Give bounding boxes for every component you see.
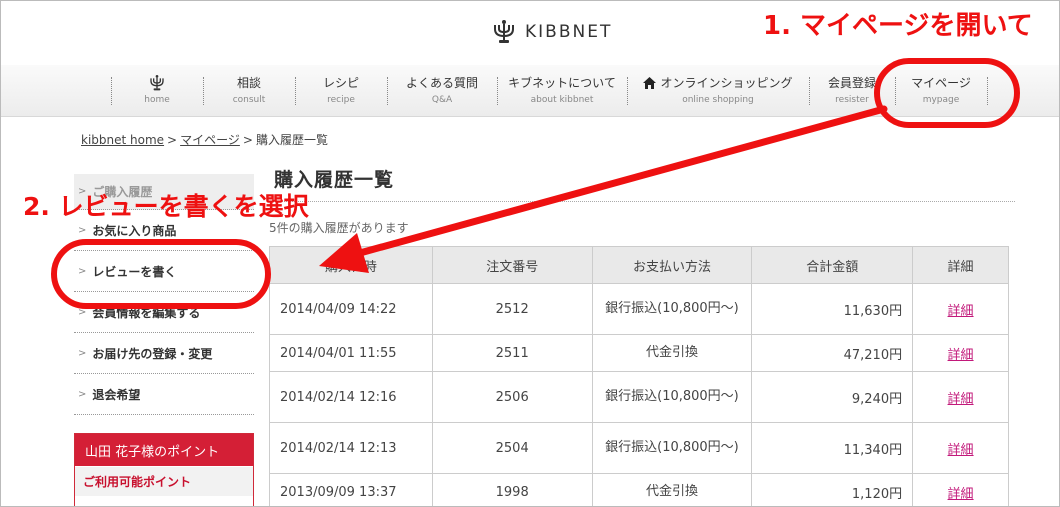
nav-item-shopping[interactable]: オンラインショッピング online shopping: [627, 65, 809, 117]
order-number: 2506: [431, 371, 593, 423]
order-date: 2013/09/09 13:37: [269, 473, 433, 506]
detail-link[interactable]: 詳細: [948, 304, 974, 319]
column-header-payment: お支払い方法: [591, 246, 753, 284]
sidebar-item-withdraw[interactable]: > 退会希望: [74, 374, 254, 415]
payment-method: 代金引換: [591, 473, 753, 506]
logo-text: KIBBNET: [525, 22, 613, 42]
annotation-ring-mypage: [874, 58, 1020, 128]
nav-item-recipe[interactable]: レシピ recipe: [295, 65, 387, 117]
nav-label: オンラインショッピング: [660, 76, 793, 90]
nav-label: レシピ: [322, 76, 359, 90]
detail-link[interactable]: 詳細: [948, 392, 974, 407]
nav-item-faq[interactable]: よくある質問 Q&A: [387, 65, 497, 117]
order-date: 2014/02/14 12:16: [269, 371, 433, 423]
table-header-row: 購入日時 注文番号 お支払い方法 合計金額 詳細: [269, 246, 1009, 284]
available-points-label: ご利用可能ポイント: [75, 466, 253, 496]
nav-item-home[interactable]: home: [111, 65, 203, 117]
nav-label-en: home: [144, 95, 170, 105]
house-icon: [643, 77, 657, 89]
breadcrumb-separator: >: [242, 133, 253, 147]
purchase-history-table: 購入日時 注文番号 お支払い方法 合計金額 詳細 2014/04/09 14:2…: [269, 246, 1009, 506]
nav-label-en: Q&A: [431, 95, 453, 105]
order-total: 11,630円: [751, 283, 914, 335]
table-row: 2014/02/14 12:13 2504 銀行振込(10,800円〜) 11,…: [269, 422, 1009, 474]
payment-method: 銀行振込(10,800円〜): [591, 371, 753, 423]
order-number: 2512: [431, 283, 593, 335]
chevron-right-icon: >: [78, 224, 87, 236]
nav-item-about[interactable]: キブネットについて about kibbnet: [497, 65, 627, 117]
order-date: 2014/04/01 11:55: [269, 334, 433, 372]
breadcrumb: kibbnet home > マイページ > 購入履歴一覧: [81, 131, 328, 148]
order-total: 9,240円: [751, 371, 914, 423]
order-total: 1,120円: [751, 473, 914, 506]
order-total: 47,210円: [751, 334, 914, 372]
order-date: 2014/02/14 12:13: [269, 422, 433, 474]
table-row: 2014/04/09 14:22 2512 銀行振込(10,800円〜) 11,…: [269, 283, 1009, 335]
table-row: 2014/02/14 12:16 2506 銀行振込(10,800円〜) 9,2…: [269, 371, 1009, 423]
order-number: 1998: [431, 473, 593, 506]
order-date: 2014/04/09 14:22: [269, 283, 433, 335]
detail-link[interactable]: 詳細: [948, 487, 974, 502]
breadcrumb-current: 購入履歴一覧: [255, 133, 328, 147]
nav-label: 会員登録: [827, 76, 876, 90]
detail-link[interactable]: 詳細: [948, 443, 974, 458]
payment-method: 代金引換: [591, 334, 753, 372]
order-number: 2504: [431, 422, 593, 474]
chevron-right-icon: >: [78, 388, 87, 400]
column-header-total: 合計金額: [751, 246, 914, 284]
nav-label-en: resister: [835, 95, 869, 105]
nav-label-en: about kibbnet: [530, 95, 594, 105]
annotation-step-1: 1. マイページを開いて: [763, 11, 1033, 41]
breadcrumb-separator: >: [167, 133, 178, 147]
detail-link[interactable]: 詳細: [948, 348, 974, 363]
nav-label: キブネットについて: [508, 76, 616, 90]
sidebar-item-label: 退会希望: [92, 387, 141, 402]
table-row: 2014/04/01 11:55 2511 代金引換 47,210円 詳細: [269, 334, 1009, 372]
nav-label-en: consult: [232, 95, 266, 105]
payment-method: 銀行振込(10,800円〜): [591, 283, 753, 335]
breadcrumb-home-link[interactable]: kibbnet home: [81, 133, 164, 147]
points-heading: 山田 花子様のポイント: [75, 434, 253, 466]
annotation-ring-review: [51, 239, 271, 309]
screenshot-frame: KIBBNET home 相談 consult レシピ recipe よくある質…: [0, 0, 1060, 507]
menorah-icon: [150, 75, 164, 91]
sidebar-item-label: お気に入り商品: [92, 223, 177, 238]
payment-method: 銀行振込(10,800円〜): [591, 422, 753, 474]
column-header-order-number: 注文番号: [431, 246, 593, 284]
title-divider: [269, 201, 1015, 202]
annotation-step-2: 2. レビューを書くを選択: [23, 192, 309, 221]
site-logo[interactable]: KIBBNET: [491, 16, 612, 48]
points-panel: 山田 花子様のポイント ご利用可能ポイント: [74, 433, 254, 506]
nav-label: 相談: [236, 76, 261, 90]
sidebar-item-delivery-address[interactable]: > お届け先の登録・変更: [74, 333, 254, 374]
menorah-icon: [494, 20, 514, 43]
nav-label: よくある質問: [405, 76, 478, 90]
nav-label-wrap: オンラインショッピング: [643, 75, 793, 91]
breadcrumb-mypage-link[interactable]: マイページ: [180, 133, 240, 147]
nav-item-consult[interactable]: 相談 consult: [203, 65, 295, 117]
nav-label-en: recipe: [327, 95, 355, 105]
chevron-right-icon: >: [78, 347, 87, 359]
column-header-date: 購入日時: [269, 246, 433, 284]
order-number: 2511: [431, 334, 593, 372]
order-total: 11,340円: [751, 422, 914, 474]
table-row: 2013/09/09 13:37 1998 代金引換 1,120円 詳細: [269, 473, 1009, 506]
sidebar-item-label: お届け先の登録・変更: [92, 346, 213, 361]
nav-label-en: online shopping: [682, 95, 754, 105]
column-header-detail: 詳細: [912, 246, 1009, 284]
